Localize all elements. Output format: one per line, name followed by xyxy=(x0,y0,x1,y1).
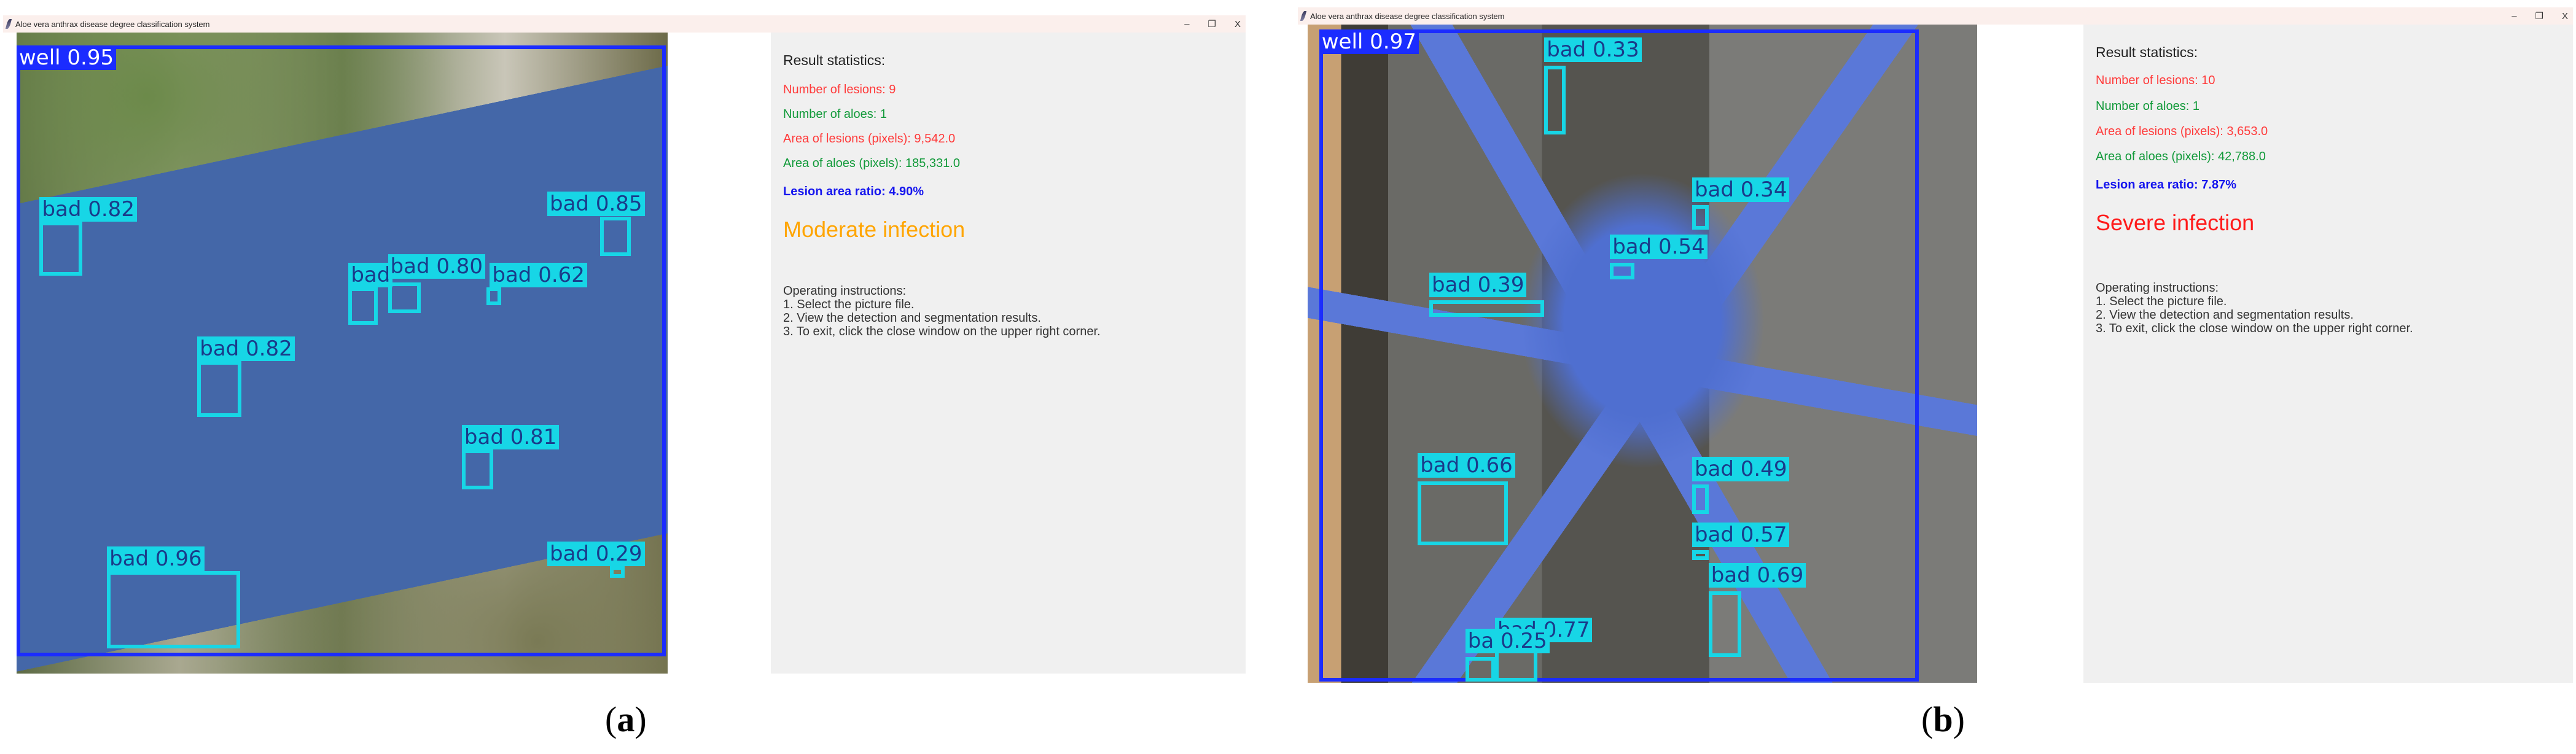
close-button[interactable]: X xyxy=(1235,19,1241,29)
caption-paren: ( xyxy=(605,699,617,739)
instruction-step: 1. Select the picture file. xyxy=(2096,295,2227,308)
lesion-detection-label: bad 0.54 xyxy=(1610,235,1708,260)
lesion-detection-label: bad 0.57 xyxy=(1692,522,1790,547)
caption-paren: ) xyxy=(634,699,647,739)
minimize-button[interactable]: – xyxy=(1184,19,1189,29)
caption-letter: a xyxy=(617,699,635,739)
lesion-area: Area of lesions (pixels): 9,542.0 xyxy=(783,132,956,146)
lesion-detection-label: bad 0.49 xyxy=(1692,456,1790,481)
aloe-count: Number of aloes: 1 xyxy=(2096,99,2199,113)
lesion-detection-label: bad 0.81 xyxy=(461,425,560,450)
lesion-bounding-box xyxy=(197,361,242,417)
instructions-heading: Operating instructions: xyxy=(2096,281,2219,295)
results-panel: Result statistics: Number of lesions: 10… xyxy=(2083,25,2573,683)
lesion-bounding-box xyxy=(1708,591,1742,657)
title-bar: Aloe vera anthrax disease degree classif… xyxy=(1298,7,2573,25)
instructions: Operating instructions: 1. Select the pi… xyxy=(783,284,1101,338)
app-window-a: Aloe vera anthrax disease degree classif… xyxy=(3,15,1246,675)
instruction-step: 2. View the detection and segmentation r… xyxy=(2096,308,2354,322)
caption-a: (a) xyxy=(605,699,647,740)
lesion-detection-label: bad 0.66 xyxy=(1418,453,1515,478)
instructions-heading: Operating instructions: xyxy=(783,284,907,298)
plant-detection-label: well 0.97 xyxy=(1319,29,1419,55)
caption-letter: b xyxy=(1933,699,1953,739)
restore-button[interactable]: ❐ xyxy=(1208,18,1216,29)
lesion-detection-label: bad 0.34 xyxy=(1692,177,1790,202)
aloe-area: Area of aloes (pixels): 185,331.0 xyxy=(783,157,960,170)
app-window-b: Aloe vera anthrax disease degree classif… xyxy=(1298,7,2573,683)
detection-result-image: well 0.97 bad 0.33 bad 0.34 bad 0.54 bad 0.3… xyxy=(1308,25,1977,683)
caption-b: (b) xyxy=(1921,699,1965,740)
lesion-ratio: Lesion area ratio: 7.87% xyxy=(2096,178,2236,192)
lesion-detection-label: bad 0.39 xyxy=(1429,272,1527,297)
close-button[interactable]: X xyxy=(2562,11,2568,21)
infection-verdict: Moderate infection xyxy=(783,217,966,242)
lesion-bounding-box xyxy=(1692,205,1709,230)
lesion-bounding-box xyxy=(1692,484,1709,515)
plant-detection-label: well 0.95 xyxy=(17,45,117,71)
lesion-detection-label: bad 0.80 xyxy=(388,254,486,279)
lesion-detection-label: bad xyxy=(348,262,393,287)
result-heading: Result statistics: xyxy=(2096,44,2198,60)
lesion-count: Number of lesions: 9 xyxy=(783,83,896,96)
lesion-detection-label: bad 0.29 xyxy=(547,542,645,567)
lesion-bounding-box xyxy=(107,571,240,649)
instruction-step: 2. View the detection and segmentation r… xyxy=(783,311,1041,325)
lesion-bounding-box xyxy=(1465,656,1495,682)
infection-verdict: Severe infection xyxy=(2096,210,2255,235)
restore-button[interactable]: ❐ xyxy=(2535,10,2543,21)
instruction-step: 3. To exit, click the close window on th… xyxy=(783,325,1101,338)
result-heading: Result statistics: xyxy=(783,52,886,68)
lesion-count: Number of lesions: 10 xyxy=(2096,74,2215,87)
lesion-bounding-box xyxy=(1418,481,1509,545)
lesion-bounding-box xyxy=(348,287,378,325)
lesion-bounding-box xyxy=(39,221,82,276)
lesion-bounding-box xyxy=(461,449,493,489)
feather-app-icon xyxy=(1300,11,1307,21)
lesion-detection-label: bad 0.69 xyxy=(1708,563,1806,588)
window-title: Aloe vera anthrax disease degree classif… xyxy=(15,19,210,29)
feather-app-icon xyxy=(5,19,12,29)
lesion-bounding-box xyxy=(388,282,421,314)
caption-paren: ( xyxy=(1921,699,1934,739)
lesion-bounding-box xyxy=(1610,262,1635,279)
aloe-count: Number of aloes: 1 xyxy=(783,107,887,121)
instructions: Operating instructions: 1. Select the pi… xyxy=(2096,281,2413,335)
lesion-bounding-box xyxy=(1429,300,1545,317)
results-panel: Result statistics: Number of lesions: 9 … xyxy=(771,33,1246,674)
detection-result-image: well 0.95 bad 0.82 bad 0.85 bad bad 0.80 bad … xyxy=(17,33,668,674)
lesion-detection-label: bad 0.96 xyxy=(107,546,205,572)
lesion-detection-label: bad 0.85 xyxy=(547,192,645,217)
caption-paren: ) xyxy=(1953,699,1965,739)
minimize-button[interactable]: – xyxy=(2512,11,2516,21)
lesion-detection-label: bad 0.82 xyxy=(39,196,137,222)
instruction-step: 3. To exit, click the close window on th… xyxy=(2096,322,2413,335)
instruction-step: 1. Select the picture file. xyxy=(783,298,915,311)
title-bar: Aloe vera anthrax disease degree classif… xyxy=(3,15,1246,33)
plant-bounding-box xyxy=(1319,29,1919,682)
lesion-bounding-box xyxy=(486,287,502,306)
aloe-area: Area of aloes (pixels): 42,788.0 xyxy=(2096,150,2266,163)
lesion-ratio: Lesion area ratio: 4.90% xyxy=(783,185,924,198)
window-title: Aloe vera anthrax disease degree classif… xyxy=(1310,11,1505,21)
lesion-bounding-box xyxy=(1692,550,1709,561)
lesion-bounding-box xyxy=(1544,65,1566,135)
lesion-detection-label: bad 0.33 xyxy=(1544,37,1642,63)
lesion-area: Area of lesions (pixels): 3,653.0 xyxy=(2096,125,2268,138)
lesion-detection-label: ba 0.25 xyxy=(1465,629,1550,654)
lesion-bounding-box xyxy=(599,216,631,256)
lesion-detection-label: bad 0.62 xyxy=(490,262,587,287)
lesion-detection-label: bad 0.82 xyxy=(197,336,295,361)
lesion-bounding-box xyxy=(609,566,625,578)
